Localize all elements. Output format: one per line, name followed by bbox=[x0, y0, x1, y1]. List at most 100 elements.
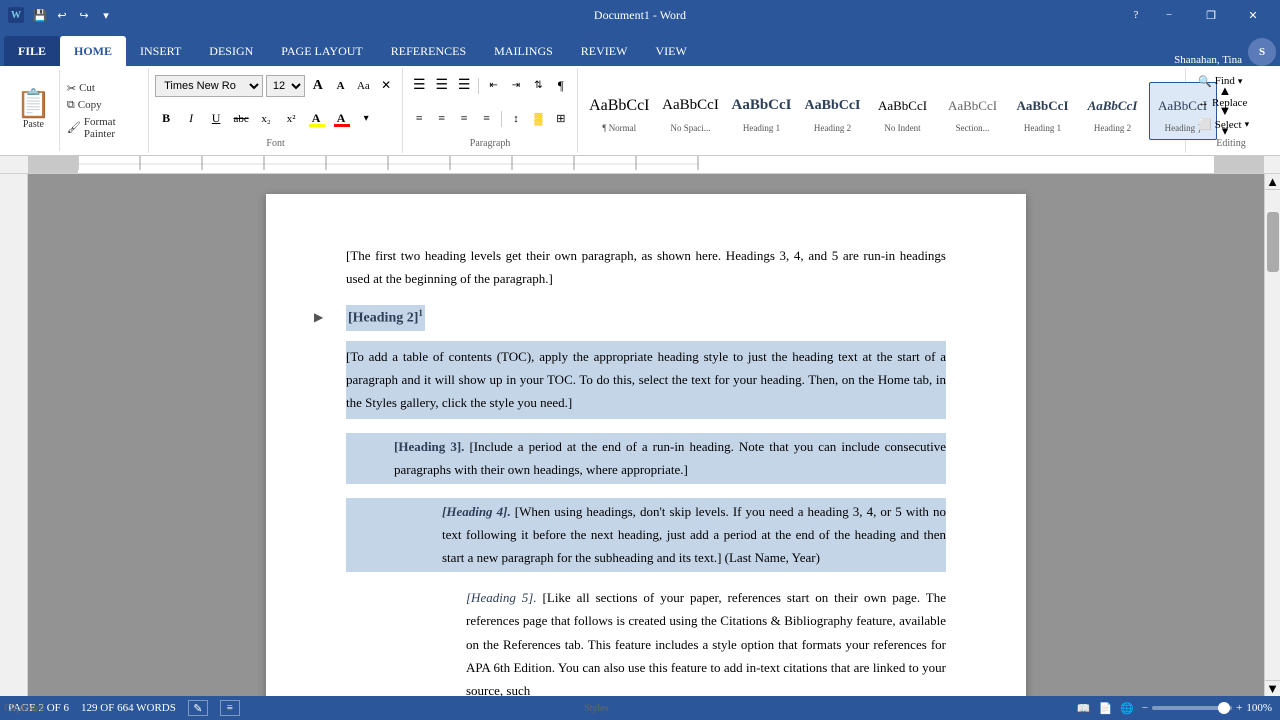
text-highlight-button[interactable]: A bbox=[305, 108, 327, 130]
align-left-button[interactable]: ≡ bbox=[409, 108, 429, 130]
ruler-margin-right bbox=[1214, 156, 1264, 173]
scroll-down-arrow[interactable]: ▼ bbox=[1265, 680, 1280, 696]
select-button[interactable]: ⬜ Select ▾ bbox=[1192, 115, 1270, 134]
numbering-button[interactable]: ☰ bbox=[432, 75, 452, 97]
customize-button[interactable]: ▾ bbox=[96, 5, 116, 25]
italic-button[interactable]: I bbox=[180, 108, 202, 130]
grow-font-button[interactable]: A bbox=[308, 75, 328, 97]
style-no-space[interactable]: AaBbCcI No Spaci... bbox=[657, 82, 725, 140]
tab-design[interactable]: DESIGN bbox=[195, 36, 267, 66]
word-count: 129 OF 664 WORDS bbox=[81, 702, 176, 714]
minimize-button[interactable]: − bbox=[1150, 0, 1188, 30]
align-right-button[interactable]: ≡ bbox=[454, 108, 474, 130]
scrollbar-right: ▲ ▼ bbox=[1264, 174, 1280, 696]
multilevel-button[interactable]: ☰ bbox=[454, 75, 474, 97]
zoom-in-button[interactable]: + bbox=[1236, 702, 1242, 714]
clear-format-button[interactable]: ✕ bbox=[376, 75, 396, 97]
borders-button[interactable]: ⊞ bbox=[551, 108, 571, 130]
shading-button[interactable]: ▓ bbox=[528, 108, 548, 130]
heading5-text: [Like all sections of your paper, refere… bbox=[466, 590, 946, 696]
style-normal[interactable]: AaBbCcI ¶ Normal bbox=[584, 82, 654, 140]
heading-arrow: ▶ bbox=[314, 307, 323, 329]
help-button[interactable]: ? bbox=[1126, 5, 1146, 25]
font-name-select[interactable]: Times New Ro bbox=[155, 75, 263, 97]
align-center-button[interactable]: ≡ bbox=[432, 108, 452, 130]
style-section-label: Section... bbox=[956, 123, 990, 133]
style-heading2[interactable]: AaBbCcI Heading 2 bbox=[799, 82, 867, 140]
line-spacing-button[interactable]: ↕ bbox=[506, 108, 526, 130]
select-icon: ⬜ bbox=[1198, 118, 1212, 131]
style-no-indent[interactable]: AaBbCcI No Indent bbox=[869, 82, 937, 140]
status-bar: PAGE 2 OF 6 129 OF 664 WORDS ✎ ≡ 📖 📄 🌐 −… bbox=[0, 696, 1280, 720]
find-button[interactable]: 🔍 Find ▾ bbox=[1192, 72, 1270, 91]
ruler-body bbox=[78, 156, 1214, 173]
highlight-color-picker[interactable]: ▾ bbox=[355, 108, 377, 130]
copy-button[interactable]: ⧉ Copy bbox=[64, 97, 140, 114]
track-changes-icon[interactable]: ✎ bbox=[188, 700, 208, 716]
style-heading1[interactable]: AaBbCcI Heading 1 bbox=[727, 82, 797, 140]
zoom-slider[interactable] bbox=[1152, 706, 1232, 710]
editing-controls: 🔍 Find ▾ ↔ Replace ⬜ Select ▾ bbox=[1192, 70, 1270, 136]
style-section-preview: AaBbCcI bbox=[944, 89, 1002, 123]
justify-button[interactable]: ≡ bbox=[476, 108, 496, 130]
language-icon[interactable]: ≡ bbox=[220, 700, 240, 716]
font-controls: Times New Ro 12 A A Aa ✕ B I U abc x₂ x²… bbox=[155, 70, 396, 136]
strikethrough-button[interactable]: abc bbox=[230, 108, 252, 130]
font-size-select[interactable]: 12 bbox=[266, 75, 305, 97]
shrink-font-button[interactable]: A bbox=[331, 75, 351, 97]
scrollbar-track[interactable] bbox=[1265, 190, 1280, 680]
bullets-button[interactable]: ☰ bbox=[409, 75, 429, 97]
editing-group: 🔍 Find ▾ ↔ Replace ⬜ Select ▾ Editing bbox=[1186, 68, 1276, 153]
underline-button[interactable]: U bbox=[205, 108, 227, 130]
tab-page-layout[interactable]: PAGE LAYOUT bbox=[267, 36, 376, 66]
decrease-indent-button[interactable]: ⇤ bbox=[483, 75, 503, 97]
sort-button[interactable]: ⇅ bbox=[528, 75, 548, 97]
heading4-label: [Heading 4]. bbox=[442, 504, 511, 519]
ruler-ticks bbox=[78, 156, 1214, 173]
read-mode-icon[interactable]: 📖 bbox=[1077, 702, 1091, 715]
print-layout-icon[interactable]: 📄 bbox=[1098, 702, 1112, 715]
font-color-button[interactable]: A bbox=[330, 108, 352, 130]
superscript-button[interactable]: x² bbox=[280, 108, 302, 130]
save-button[interactable]: 💾 bbox=[30, 5, 50, 25]
tab-view[interactable]: VIEW bbox=[641, 36, 700, 66]
tab-mailings[interactable]: MAILINGS bbox=[480, 36, 567, 66]
tab-review[interactable]: REVIEW bbox=[567, 36, 642, 66]
close-button[interactable]: ✕ bbox=[1234, 0, 1272, 30]
divider2 bbox=[501, 111, 502, 127]
show-marks-button[interactable]: ¶ bbox=[551, 75, 571, 97]
paste-button[interactable]: 📋 Paste bbox=[8, 70, 60, 151]
tab-references[interactable]: REFERENCES bbox=[377, 36, 480, 66]
ruler bbox=[28, 156, 1264, 173]
cut-button[interactable]: ✂ Cut bbox=[64, 80, 140, 97]
style-h2-label: Heading 2 bbox=[1094, 123, 1131, 133]
tab-home[interactable]: HOME bbox=[60, 36, 126, 66]
web-layout-icon[interactable]: 🌐 bbox=[1120, 702, 1134, 715]
paragraph-label: Paragraph bbox=[470, 138, 511, 151]
replace-button[interactable]: ↔ Replace bbox=[1192, 94, 1270, 112]
user-avatar: S bbox=[1248, 38, 1276, 66]
style-h1[interactable]: AaBbCcI Heading 1 bbox=[1009, 82, 1077, 140]
tab-insert[interactable]: INSERT bbox=[126, 36, 195, 66]
style-h2[interactable]: AaBbCcI Heading 2 bbox=[1079, 82, 1147, 140]
subscript-button[interactable]: x₂ bbox=[255, 108, 277, 130]
undo-button[interactable]: ↩ bbox=[52, 5, 72, 25]
zoom-out-button[interactable]: − bbox=[1142, 702, 1148, 714]
increase-indent-button[interactable]: ⇥ bbox=[506, 75, 526, 97]
style-h1-label: Heading 1 bbox=[1024, 123, 1061, 133]
bold-button[interactable]: B bbox=[155, 108, 177, 130]
zoom-level: 100% bbox=[1246, 702, 1272, 714]
styles-group: AaBbCcI ¶ Normal AaBbCcI No Spaci... AaB… bbox=[578, 68, 1186, 153]
style-no-indent-preview: AaBbCcI bbox=[874, 89, 932, 123]
tab-file[interactable]: FILE bbox=[4, 36, 60, 66]
change-case-button[interactable]: Aa bbox=[353, 75, 373, 97]
style-section[interactable]: AaBbCcI Section... bbox=[939, 82, 1007, 140]
scroll-up-arrow[interactable]: ▲ bbox=[1265, 174, 1280, 190]
format-painter-button[interactable]: 🖌 Format Painter bbox=[64, 114, 140, 142]
restore-button[interactable]: ❐ bbox=[1192, 0, 1230, 30]
heading2-text: [Heading 2]1 bbox=[346, 305, 425, 331]
style-heading2-label: Heading 2 bbox=[814, 123, 851, 133]
redo-button[interactable]: ↪ bbox=[74, 5, 94, 25]
zoom-thumb[interactable] bbox=[1218, 702, 1230, 714]
scrollbar-thumb[interactable] bbox=[1267, 212, 1279, 272]
